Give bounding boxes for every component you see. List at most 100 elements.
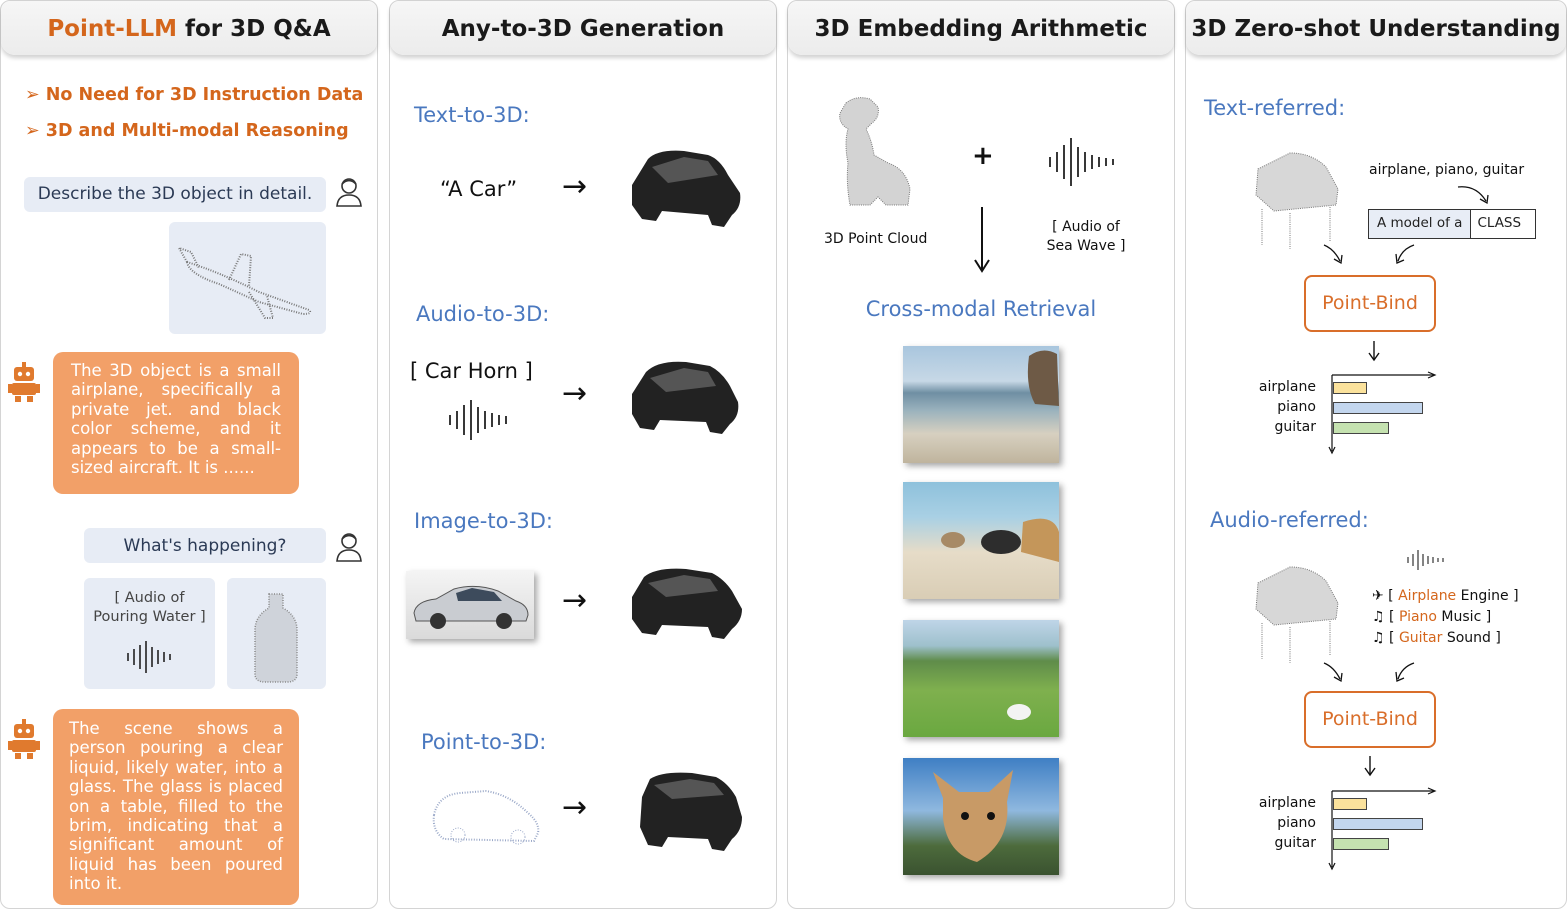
answer-2: The scene shows a person pouring a clear… xyxy=(53,709,299,905)
class-words: airplane, piano, guitar xyxy=(1369,162,1525,178)
panel-3d-qa: Point-LLM for 3D Q&A ➢ No Need for 3D In… xyxy=(0,0,378,909)
bullet-1-text: No Need for 3D Instruction Data xyxy=(45,85,364,105)
audio-item-rest: Music xyxy=(1436,609,1482,625)
down-arrow-icon xyxy=(1364,756,1376,777)
curved-arrow-icon xyxy=(1395,662,1415,682)
piano-pointcloud-icon xyxy=(1255,566,1339,663)
panel-title: Point-LLM for 3D Q&A xyxy=(1,1,377,55)
panel-title: 3D Zero-shot Understanding xyxy=(1186,1,1566,55)
point-cloud-label: 3D Point Cloud xyxy=(824,231,928,247)
sea-wave-audio-label: [ Audio of Sea Wave ] xyxy=(1046,219,1126,254)
dog-silhouette xyxy=(1027,350,1059,406)
panel-zero-shot: 3D Zero-shot Understanding Text-referred… xyxy=(1185,0,1567,909)
user-question-2: What's happening? xyxy=(84,528,326,563)
bar-guitar xyxy=(1333,422,1389,434)
dog-pointcloud-icon xyxy=(839,97,911,206)
point-bind-box: Point-Bind xyxy=(1304,691,1436,748)
audio-referred-label: Audio-referred: xyxy=(1210,508,1369,532)
audio-item-piano: ♫ [ Piano Music ] xyxy=(1372,609,1492,625)
bar-guitar xyxy=(1333,838,1389,850)
bullet-1: ➢ No Need for 3D Instruction Data xyxy=(25,85,364,105)
point-bind-box: Point-Bind xyxy=(1304,275,1436,332)
airplane-icon xyxy=(176,246,312,319)
bar-label-piano: piano xyxy=(1277,815,1316,831)
user-icon xyxy=(336,178,362,207)
retrieved-photo-1 xyxy=(903,346,1059,463)
bar-piano xyxy=(1333,818,1423,830)
bottle-icon xyxy=(254,593,298,683)
audio-item-airplane: ✈ [ Airplane Engine ] xyxy=(1372,588,1519,604)
text-referred-label: Text-referred: xyxy=(1204,96,1346,120)
car-voxel-icon xyxy=(632,361,739,434)
audio-item-colored: Piano xyxy=(1398,609,1437,625)
retrieved-photo-2 xyxy=(903,482,1059,599)
panel-title: Any-to-3D Generation xyxy=(390,1,776,55)
audio-label: [ Audio of Pouring Water ] xyxy=(93,590,206,625)
bullet-2-text: 3D and Multi-modal Reasoning xyxy=(45,121,349,141)
curved-arrow-icon xyxy=(1457,186,1489,205)
template-class: CLASS xyxy=(1471,210,1536,238)
bar-label-guitar: guitar xyxy=(1274,835,1316,851)
title-highlight: Point-LLM xyxy=(47,16,177,42)
car-voxel-icon xyxy=(632,568,742,639)
bar-airplane xyxy=(1333,798,1367,810)
audio-item-colored: Airplane xyxy=(1398,588,1457,604)
template-prefix: A model of a xyxy=(1369,210,1472,238)
car-icon xyxy=(413,585,529,629)
audio-item-guitar: ♫ [ Guitar Sound ] xyxy=(1372,630,1501,646)
waveform-icon xyxy=(1407,550,1444,570)
bar-label-airplane: airplane xyxy=(1258,379,1316,395)
plus-sign: + xyxy=(972,141,994,171)
curved-arrow-icon xyxy=(1323,662,1343,683)
title-rest: for 3D Q&A xyxy=(176,16,331,42)
text-input: “A Car” xyxy=(440,177,518,201)
retrieved-photo-3 xyxy=(903,620,1059,737)
music-note-icon: ♫ xyxy=(1372,609,1385,625)
car-voxel-icon xyxy=(640,772,742,851)
waveform-icon xyxy=(1049,138,1114,186)
arrow: → xyxy=(562,790,588,825)
cross-modal-retrieval-label: Cross-modal Retrieval xyxy=(865,297,1097,321)
down-arrow-icon xyxy=(1368,341,1380,362)
answer-1: The 3D object is a small airplane, speci… xyxy=(53,352,299,494)
dogs-running xyxy=(941,518,1059,562)
waveform-icon xyxy=(449,400,507,440)
panel-any-to-3d: Any-to-3D Generation Text-to-3D: “A Car”… xyxy=(389,0,777,909)
down-arrow-icon xyxy=(974,207,990,273)
bar-piano xyxy=(1333,402,1423,414)
prompt-template: A model of a CLASS xyxy=(1368,209,1537,239)
airplane-pointcloud-image xyxy=(169,222,326,334)
section-label-text: Text-to-3D: xyxy=(414,103,530,127)
chihuahua xyxy=(933,770,1013,862)
arrow: → xyxy=(562,169,588,204)
curved-arrow-icon xyxy=(1395,244,1415,264)
audio-item-rest: Engine xyxy=(1456,588,1509,604)
audio-item-rest: Sound xyxy=(1442,630,1491,646)
bar-label-airplane: airplane xyxy=(1258,795,1316,811)
panel-title: 3D Embedding Arithmetic xyxy=(788,1,1174,55)
dog-on-grass xyxy=(1007,704,1031,720)
bar-label-guitar: guitar xyxy=(1274,419,1316,435)
audio-item-colored: Guitar xyxy=(1398,630,1443,646)
retrieved-photo-4 xyxy=(903,758,1059,875)
section-label-audio: Audio-to-3D: xyxy=(416,302,550,326)
airplane-icon: ✈ xyxy=(1372,588,1384,604)
audio-input: [ Car Horn ] xyxy=(410,359,533,383)
robot-icon xyxy=(8,362,40,402)
car-voxel-icon xyxy=(632,150,741,227)
bullet-2: ➢ 3D and Multi-modal Reasoning xyxy=(25,121,349,141)
arrow: → xyxy=(562,376,588,411)
section-label-image: Image-to-3D: xyxy=(414,509,554,533)
text-bar-chart: airplane piano guitar xyxy=(1186,365,1566,455)
bar-airplane xyxy=(1333,382,1367,394)
arrow: → xyxy=(562,583,588,618)
section-label-point: Point-to-3D: xyxy=(421,730,547,754)
user-icon xyxy=(336,533,362,562)
music-note-icon: ♫ xyxy=(1372,630,1385,646)
car-pointcloud-icon xyxy=(432,789,540,845)
piano-pointcloud-icon xyxy=(1255,152,1339,249)
bar-label-piano: piano xyxy=(1277,399,1316,415)
audio-bar-chart: airplane piano guitar xyxy=(1186,781,1566,871)
bottle-pointcloud-image xyxy=(227,578,326,689)
panel-embedding-arithmetic: 3D Embedding Arithmetic 3D Point Cloud +… xyxy=(787,0,1175,909)
